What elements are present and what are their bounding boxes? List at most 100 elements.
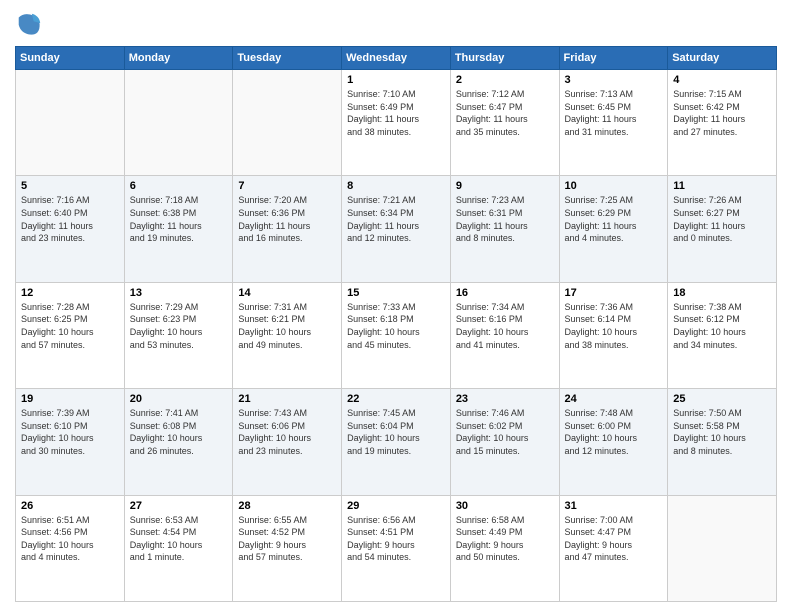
calendar-cell — [16, 70, 125, 176]
calendar-week-row: 12 Sunrise: 7:28 AM Sunset: 6:25 PM Dayli… — [16, 282, 777, 388]
day-info: Sunrise: 6:53 AM Sunset: 4:54 PM Dayligh… — [130, 514, 228, 564]
day-info: Sunrise: 7:43 AM Sunset: 6:06 PM Dayligh… — [238, 407, 336, 457]
day-info: Sunrise: 6:51 AM Sunset: 4:56 PM Dayligh… — [21, 514, 119, 564]
day-number: 23 — [456, 393, 554, 405]
calendar-cell: 15 Sunrise: 7:33 AM Sunset: 6:18 PM Dayli… — [342, 282, 451, 388]
day-info: Sunrise: 7:26 AM Sunset: 6:27 PM Dayligh… — [673, 194, 771, 244]
day-number: 9 — [456, 180, 554, 192]
day-info: Sunrise: 7:23 AM Sunset: 6:31 PM Dayligh… — [456, 194, 554, 244]
weekday-header-sunday: Sunday — [16, 47, 125, 70]
calendar-cell: 29 Sunrise: 6:56 AM Sunset: 4:51 PM Dayli… — [342, 495, 451, 601]
logo-icon — [15, 10, 43, 38]
day-info: Sunrise: 7:00 AM Sunset: 4:47 PM Dayligh… — [565, 514, 663, 564]
day-number: 10 — [565, 180, 663, 192]
header — [15, 10, 777, 38]
day-number: 6 — [130, 180, 228, 192]
calendar-week-row: 5Sunrise: 7:16 AM Sunset: 6:40 PM Daylig… — [16, 176, 777, 282]
calendar-cell: 30 Sunrise: 6:58 AM Sunset: 4:49 PM Dayli… — [450, 495, 559, 601]
calendar-week-row: 26 Sunrise: 6:51 AM Sunset: 4:56 PM Dayli… — [16, 495, 777, 601]
day-info: Sunrise: 7:13 AM Sunset: 6:45 PM Dayligh… — [565, 88, 663, 138]
day-number: 13 — [130, 287, 228, 299]
day-info: Sunrise: 7:39 AM Sunset: 6:10 PM Dayligh… — [21, 407, 119, 457]
day-info: Sunrise: 7:28 AM Sunset: 6:25 PM Dayligh… — [21, 301, 119, 351]
day-number: 27 — [130, 500, 228, 512]
day-info: Sunrise: 7:15 AM Sunset: 6:42 PM Dayligh… — [673, 88, 771, 138]
day-info: Sunrise: 7:33 AM Sunset: 6:18 PM Dayligh… — [347, 301, 445, 351]
calendar-cell: 7 Sunrise: 7:20 AM Sunset: 6:36 PM Daylig… — [233, 176, 342, 282]
day-number: 12 — [21, 287, 119, 299]
calendar-cell: 22Sunrise: 7:45 AM Sunset: 6:04 PM Dayli… — [342, 389, 451, 495]
day-info: Sunrise: 7:21 AM Sunset: 6:34 PM Dayligh… — [347, 194, 445, 244]
day-info: Sunrise: 7:46 AM Sunset: 6:02 PM Dayligh… — [456, 407, 554, 457]
calendar-cell: 8 Sunrise: 7:21 AM Sunset: 6:34 PM Daylig… — [342, 176, 451, 282]
page: SundayMondayTuesdayWednesdayThursdayFrid… — [0, 0, 792, 612]
calendar-cell: 23 Sunrise: 7:46 AM Sunset: 6:02 PM Dayli… — [450, 389, 559, 495]
calendar-cell: 5Sunrise: 7:16 AM Sunset: 6:40 PM Daylig… — [16, 176, 125, 282]
calendar-cell: 20Sunrise: 7:41 AM Sunset: 6:08 PM Dayli… — [124, 389, 233, 495]
day-number: 21 — [238, 393, 336, 405]
weekday-header-wednesday: Wednesday — [342, 47, 451, 70]
calendar-cell: 14Sunrise: 7:31 AM Sunset: 6:21 PM Dayli… — [233, 282, 342, 388]
day-number: 17 — [565, 287, 663, 299]
calendar-cell: 13 Sunrise: 7:29 AM Sunset: 6:23 PM Dayli… — [124, 282, 233, 388]
calendar-cell: 18 Sunrise: 7:38 AM Sunset: 6:12 PM Dayli… — [668, 282, 777, 388]
calendar-cell: 12 Sunrise: 7:28 AM Sunset: 6:25 PM Dayli… — [16, 282, 125, 388]
day-info: Sunrise: 7:45 AM Sunset: 6:04 PM Dayligh… — [347, 407, 445, 457]
day-number: 18 — [673, 287, 771, 299]
day-info: Sunrise: 6:55 AM Sunset: 4:52 PM Dayligh… — [238, 514, 336, 564]
day-info: Sunrise: 7:29 AM Sunset: 6:23 PM Dayligh… — [130, 301, 228, 351]
weekday-header-row: SundayMondayTuesdayWednesdayThursdayFrid… — [16, 47, 777, 70]
day-info: Sunrise: 7:25 AM Sunset: 6:29 PM Dayligh… — [565, 194, 663, 244]
weekday-header-friday: Friday — [559, 47, 668, 70]
weekday-header-tuesday: Tuesday — [233, 47, 342, 70]
day-number: 5 — [21, 180, 119, 192]
day-number: 30 — [456, 500, 554, 512]
calendar-cell: 11 Sunrise: 7:26 AM Sunset: 6:27 PM Dayli… — [668, 176, 777, 282]
calendar-week-row: 19Sunrise: 7:39 AM Sunset: 6:10 PM Dayli… — [16, 389, 777, 495]
day-info: Sunrise: 7:38 AM Sunset: 6:12 PM Dayligh… — [673, 301, 771, 351]
calendar-cell — [668, 495, 777, 601]
calendar-cell: 17 Sunrise: 7:36 AM Sunset: 6:14 PM Dayli… — [559, 282, 668, 388]
calendar-cell: 6Sunrise: 7:18 AM Sunset: 6:38 PM Daylig… — [124, 176, 233, 282]
day-info: Sunrise: 7:10 AM Sunset: 6:49 PM Dayligh… — [347, 88, 445, 138]
calendar-week-row: 1 Sunrise: 7:10 AM Sunset: 6:49 PM Daylig… — [16, 70, 777, 176]
day-number: 26 — [21, 500, 119, 512]
weekday-header-saturday: Saturday — [668, 47, 777, 70]
day-number: 15 — [347, 287, 445, 299]
calendar-table: SundayMondayTuesdayWednesdayThursdayFrid… — [15, 46, 777, 602]
calendar-cell: 3 Sunrise: 7:13 AM Sunset: 6:45 PM Daylig… — [559, 70, 668, 176]
calendar-cell: 25Sunrise: 7:50 AM Sunset: 5:58 PM Dayli… — [668, 389, 777, 495]
calendar-cell: 10 Sunrise: 7:25 AM Sunset: 6:29 PM Dayli… — [559, 176, 668, 282]
day-number: 3 — [565, 74, 663, 86]
day-number: 7 — [238, 180, 336, 192]
calendar-cell: 1 Sunrise: 7:10 AM Sunset: 6:49 PM Daylig… — [342, 70, 451, 176]
day-info: Sunrise: 7:36 AM Sunset: 6:14 PM Dayligh… — [565, 301, 663, 351]
day-number: 16 — [456, 287, 554, 299]
day-number: 29 — [347, 500, 445, 512]
calendar-cell: 19Sunrise: 7:39 AM Sunset: 6:10 PM Dayli… — [16, 389, 125, 495]
calendar-cell: 2 Sunrise: 7:12 AM Sunset: 6:47 PM Daylig… — [450, 70, 559, 176]
calendar-cell: 31 Sunrise: 7:00 AM Sunset: 4:47 PM Dayli… — [559, 495, 668, 601]
day-info: Sunrise: 7:12 AM Sunset: 6:47 PM Dayligh… — [456, 88, 554, 138]
day-number: 24 — [565, 393, 663, 405]
day-number: 14 — [238, 287, 336, 299]
day-number: 8 — [347, 180, 445, 192]
weekday-header-thursday: Thursday — [450, 47, 559, 70]
day-number: 20 — [130, 393, 228, 405]
calendar-cell: 16 Sunrise: 7:34 AM Sunset: 6:16 PM Dayli… — [450, 282, 559, 388]
calendar-cell: 27 Sunrise: 6:53 AM Sunset: 4:54 PM Dayli… — [124, 495, 233, 601]
weekday-header-monday: Monday — [124, 47, 233, 70]
day-number: 1 — [347, 74, 445, 86]
day-number: 11 — [673, 180, 771, 192]
day-number: 31 — [565, 500, 663, 512]
calendar-cell: 9 Sunrise: 7:23 AM Sunset: 6:31 PM Daylig… — [450, 176, 559, 282]
day-info: Sunrise: 6:56 AM Sunset: 4:51 PM Dayligh… — [347, 514, 445, 564]
day-number: 28 — [238, 500, 336, 512]
calendar-cell: 4 Sunrise: 7:15 AM Sunset: 6:42 PM Daylig… — [668, 70, 777, 176]
day-info: Sunrise: 7:20 AM Sunset: 6:36 PM Dayligh… — [238, 194, 336, 244]
day-number: 4 — [673, 74, 771, 86]
day-info: Sunrise: 7:34 AM Sunset: 6:16 PM Dayligh… — [456, 301, 554, 351]
day-number: 2 — [456, 74, 554, 86]
day-info: Sunrise: 6:58 AM Sunset: 4:49 PM Dayligh… — [456, 514, 554, 564]
logo — [15, 10, 47, 38]
